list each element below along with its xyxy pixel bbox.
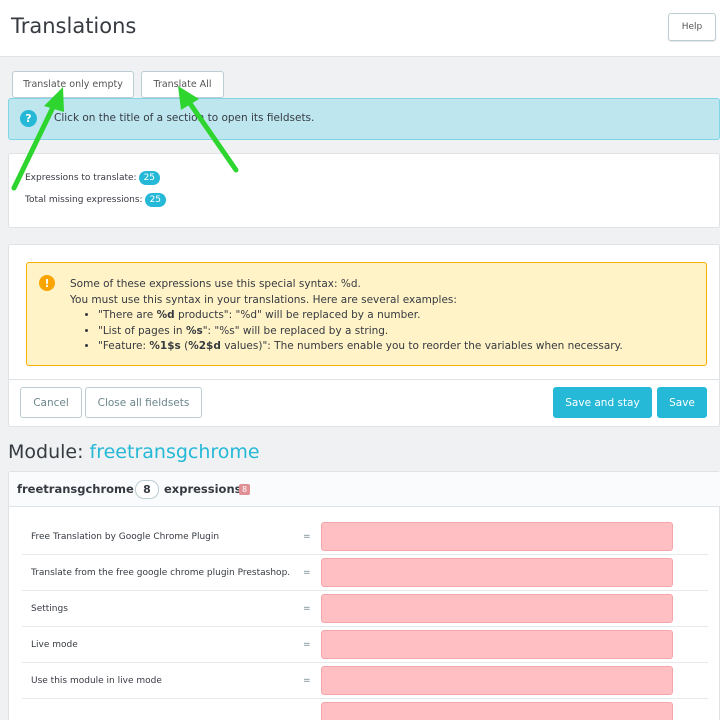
translate-all-button[interactable]: Translate All bbox=[141, 71, 224, 98]
info-text: Click on the title of a section to open … bbox=[54, 112, 315, 124]
equals-sign: = bbox=[303, 640, 311, 650]
translation-form-panel: ! Some of these expressions use this spe… bbox=[8, 244, 720, 427]
expressions-to-translate: Expressions to translate: 25 bbox=[25, 171, 161, 185]
example-item: "List of pages in %s": "%s" will be repl… bbox=[98, 324, 623, 340]
examples-list: "There are %d products": "%d" will be re… bbox=[90, 308, 623, 355]
translation-input[interactable] bbox=[321, 522, 673, 551]
module-panel: freetransgchrome 8 expressions 8 Free Tr… bbox=[8, 471, 720, 720]
equals-sign: = bbox=[303, 532, 311, 542]
close-all-fieldsets-button[interactable]: Close all fieldsets bbox=[85, 387, 202, 418]
translation-row: Translate from the free google chrome pl… bbox=[22, 555, 708, 591]
stat-label: Expressions to translate: bbox=[25, 173, 137, 183]
equals-sign: = bbox=[303, 676, 311, 686]
translation-row: Use this module in live mode = bbox=[22, 663, 708, 699]
question-circle-icon: ? bbox=[20, 110, 37, 127]
expression-count: 8 bbox=[135, 480, 159, 499]
expressions-label: expressions bbox=[164, 482, 242, 496]
stat-label: Total missing expressions: bbox=[25, 195, 143, 205]
translation-input[interactable] bbox=[321, 702, 673, 720]
exclamation-circle-icon: ! bbox=[39, 275, 55, 291]
missing-badge: 8 bbox=[239, 484, 251, 495]
translation-row bbox=[22, 699, 708, 720]
equals-sign: = bbox=[303, 604, 311, 614]
source-text: Live mode bbox=[31, 640, 78, 650]
translation-row: Settings = bbox=[22, 591, 708, 627]
source-text: Use this module in live mode bbox=[31, 676, 162, 686]
translation-input[interactable] bbox=[321, 630, 673, 659]
source-text: Settings bbox=[31, 604, 68, 614]
example-item: "There are %d products": "%d" will be re… bbox=[98, 308, 623, 324]
page-title: Translations bbox=[11, 14, 137, 38]
info-alert: ? Click on the title of a section to ope… bbox=[8, 98, 720, 140]
page-header: Translations Help bbox=[0, 0, 720, 57]
total-missing-expressions: Total missing expressions: 25 bbox=[25, 193, 167, 207]
save-and-stay-button[interactable]: Save and stay bbox=[553, 387, 652, 418]
translation-input[interactable] bbox=[321, 594, 673, 623]
help-button[interactable]: Help bbox=[668, 13, 716, 41]
source-text: Free Translation by Google Chrome Plugin bbox=[31, 532, 220, 542]
translate-only-empty-button[interactable]: Translate only empty bbox=[12, 71, 134, 98]
translation-rows: Free Translation by Google Chrome Plugin… bbox=[22, 519, 708, 720]
example-item: "Feature: %1$s (%2$d values)": The numbe… bbox=[98, 339, 623, 355]
cancel-button[interactable]: Cancel bbox=[20, 387, 82, 418]
equals-sign: = bbox=[303, 568, 311, 578]
save-button[interactable]: Save bbox=[657, 387, 707, 418]
divider bbox=[9, 379, 719, 380]
translation-input[interactable] bbox=[321, 558, 673, 587]
warning-line: Some of these expressions use this speci… bbox=[70, 278, 361, 290]
translation-row: Free Translation by Google Chrome Plugin… bbox=[22, 519, 708, 555]
module-name-link[interactable]: freetransgchrome bbox=[90, 441, 260, 463]
stats-panel: Expressions to translate: 25 Total missi… bbox=[8, 153, 720, 228]
warning-alert: ! Some of these expressions use this spe… bbox=[26, 262, 707, 366]
module-panel-header[interactable]: freetransgchrome 8 expressions 8 bbox=[9, 472, 720, 507]
translation-row: Live mode = bbox=[22, 627, 708, 663]
module-panel-name: freetransgchrome bbox=[17, 482, 134, 496]
module-heading: Module: freetransgchrome bbox=[8, 441, 260, 463]
warning-body: Some of these expressions use this speci… bbox=[70, 277, 623, 355]
translation-input[interactable] bbox=[321, 666, 673, 695]
module-heading-prefix: Module: bbox=[8, 441, 90, 463]
warning-line: You must use this syntax in your transla… bbox=[70, 293, 457, 306]
source-text: Translate from the free google chrome pl… bbox=[31, 568, 291, 578]
count-badge: 25 bbox=[138, 171, 161, 185]
count-badge: 25 bbox=[144, 193, 167, 207]
